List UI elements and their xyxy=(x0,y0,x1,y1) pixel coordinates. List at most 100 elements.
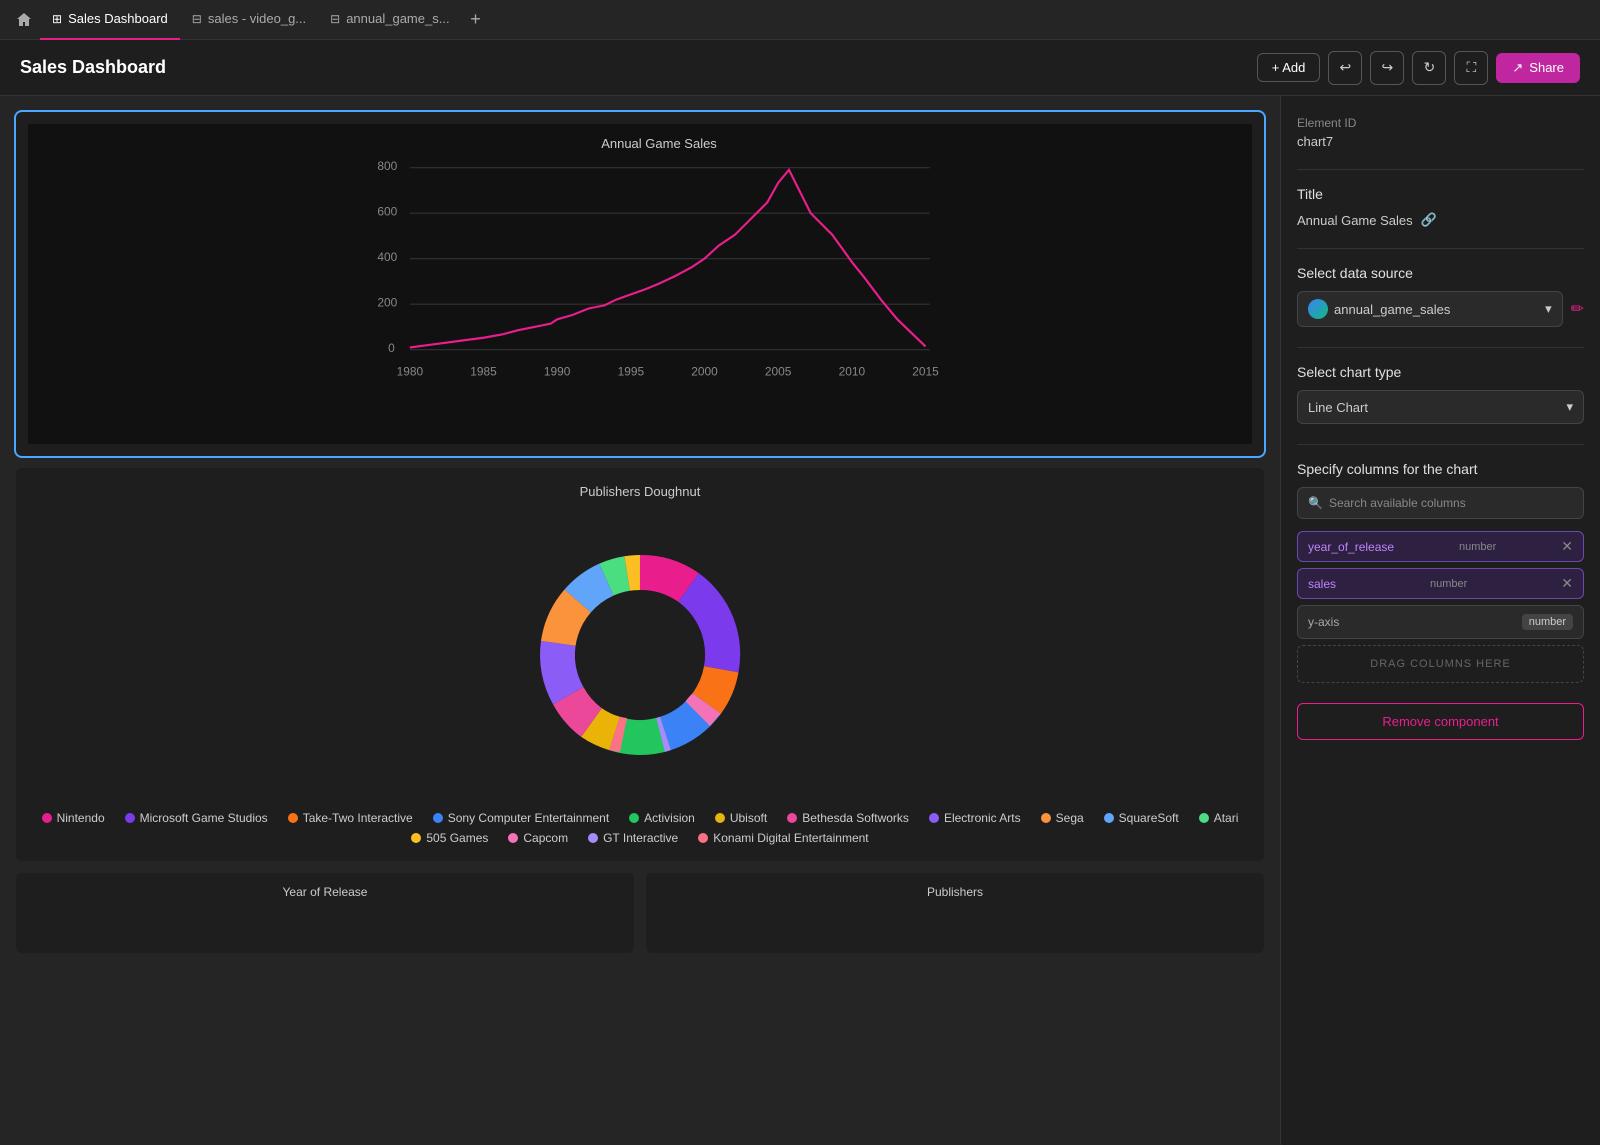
tab-icon: ⊟ xyxy=(192,12,202,26)
element-id-value: chart7 xyxy=(1297,134,1584,149)
legend-color-dot xyxy=(787,813,797,823)
search-columns-input[interactable]: 🔍 Search available columns xyxy=(1297,487,1584,519)
legend-label: Microsoft Game Studios xyxy=(140,811,268,825)
column-tag-year: year_of_release number ✕ xyxy=(1297,531,1584,562)
columns-section: Specify columns for the chart 🔍 Search a… xyxy=(1297,461,1584,683)
donut-wrapper: NintendoMicrosoft Game StudiosTake-Two I… xyxy=(32,515,1248,845)
legend-color-dot xyxy=(508,833,518,843)
home-button[interactable] xyxy=(8,4,40,36)
main-content: Annual Game Sales 800 600 400 200 0 1980 xyxy=(0,96,1600,1145)
tab-icon: ⊞ xyxy=(52,12,62,26)
legend-item: SquareSoft xyxy=(1104,811,1179,825)
datasource-icon xyxy=(1308,299,1328,319)
legend-color-dot xyxy=(1104,813,1114,823)
legend-color-dot xyxy=(629,813,639,823)
column-tag-year-type: number xyxy=(1459,541,1496,553)
legend-item: Konami Digital Entertainment xyxy=(698,831,868,845)
tab-sales-dashboard[interactable]: ⊞ Sales Dashboard xyxy=(40,0,180,40)
add-button[interactable]: + Add xyxy=(1257,53,1321,82)
datasource-section: Select data source annual_game_sales ▾ ✏ xyxy=(1297,265,1584,327)
legend-color-dot xyxy=(588,833,598,843)
chart-type-dropdown[interactable]: Line Chart ▾ xyxy=(1297,390,1584,424)
legend-item: Ubisoft xyxy=(715,811,767,825)
undo-button[interactable]: ↩ xyxy=(1328,51,1362,85)
bottom-card-publishers-title: Publishers xyxy=(658,885,1252,899)
svg-text:1995: 1995 xyxy=(618,365,645,379)
svg-text:2010: 2010 xyxy=(839,365,866,379)
chart-type-section: Select chart type Line Chart ▾ xyxy=(1297,364,1584,424)
legend-color-dot xyxy=(411,833,421,843)
yaxis-row: y-axis number xyxy=(1297,605,1584,639)
element-id-section: Element ID chart7 xyxy=(1297,116,1584,149)
line-chart-card[interactable]: Annual Game Sales 800 600 400 200 0 1980 xyxy=(16,112,1264,456)
legend-item: Activision xyxy=(629,811,695,825)
legend-label: SquareSoft xyxy=(1119,811,1179,825)
drag-columns-label: DRAG COLUMNS HERE xyxy=(1370,658,1510,670)
column-tags-area: year_of_release number ✕ sales number ✕ … xyxy=(1297,531,1584,683)
svg-text:1990: 1990 xyxy=(544,365,571,379)
legend-label: Sega xyxy=(1056,811,1084,825)
refresh-button[interactable]: ↻ xyxy=(1412,51,1446,85)
bottom-card-year-title: Year of Release xyxy=(28,885,622,899)
line-chart-title: Annual Game Sales xyxy=(78,136,1240,151)
legend-item: Bethesda Softworks xyxy=(787,811,909,825)
chevron-down-icon: ▾ xyxy=(1566,399,1573,415)
legend-item: Sony Computer Entertainment xyxy=(433,811,609,825)
tab-annual-game[interactable]: ⊟ annual_game_s... xyxy=(318,0,461,40)
tab-bar: ⊞ Sales Dashboard ⊟ sales - video_g... ⊟… xyxy=(0,0,1600,40)
legend-color-dot xyxy=(433,813,443,823)
remove-component-button[interactable]: Remove component xyxy=(1297,703,1584,740)
add-tab-button[interactable]: + xyxy=(462,6,490,34)
svg-text:800: 800 xyxy=(377,159,397,173)
datasource-label: Select data source xyxy=(1297,265,1584,281)
legend-label: Bethesda Softworks xyxy=(802,811,909,825)
svg-text:400: 400 xyxy=(377,250,397,264)
legend-item: Microsoft Game Studios xyxy=(125,811,268,825)
legend-item: 505 Games xyxy=(411,831,488,845)
redo-button[interactable]: ↪ xyxy=(1370,51,1404,85)
column-tag-sales-type: number xyxy=(1430,578,1467,590)
tab-sales-video[interactable]: ⊟ sales - video_g... xyxy=(180,0,318,40)
link-icon[interactable]: 🔗 xyxy=(1421,212,1437,228)
share-button[interactable]: ↗ Share xyxy=(1496,53,1580,83)
donut-chart-card[interactable]: Publishers Doughnut xyxy=(16,468,1264,861)
chart-type-value: Line Chart xyxy=(1308,400,1368,415)
drag-columns-area[interactable]: DRAG COLUMNS HERE xyxy=(1297,645,1584,683)
bottom-card-publishers: Publishers xyxy=(646,873,1264,953)
search-placeholder: Search available columns xyxy=(1329,496,1466,510)
svg-text:0: 0 xyxy=(388,341,395,355)
share-icon: ↗ xyxy=(1512,60,1523,76)
share-label: Share xyxy=(1529,60,1564,75)
right-panel: Element ID chart7 Title Annual Game Sale… xyxy=(1280,96,1600,1145)
legend-label: Take-Two Interactive xyxy=(303,811,413,825)
line-chart-container: Annual Game Sales 800 600 400 200 0 1980 xyxy=(28,124,1252,444)
legend-label: GT Interactive xyxy=(603,831,678,845)
svg-text:2005: 2005 xyxy=(765,365,792,379)
datasource-dropdown[interactable]: annual_game_sales ▾ xyxy=(1297,291,1563,327)
legend-label: Capcom xyxy=(523,831,568,845)
edit-datasource-button[interactable]: ✏ xyxy=(1571,299,1584,319)
header: Sales Dashboard + Add ↩ ↪ ↻ ⛶ ↗ Share xyxy=(0,40,1600,96)
fullscreen-button[interactable]: ⛶ xyxy=(1454,51,1488,85)
title-section-label: Title xyxy=(1297,186,1584,202)
svg-text:1985: 1985 xyxy=(470,365,497,379)
yaxis-type-badge: number xyxy=(1522,614,1573,630)
chevron-down-icon: ▾ xyxy=(1545,301,1552,317)
legend-color-dot xyxy=(42,813,52,823)
remove-column-sales-button[interactable]: ✕ xyxy=(1561,575,1573,592)
legend-item: GT Interactive xyxy=(588,831,678,845)
canvas-area: Annual Game Sales 800 600 400 200 0 1980 xyxy=(0,96,1280,1145)
tab-label: sales - video_g... xyxy=(208,11,306,26)
column-tag-sales: sales number ✕ xyxy=(1297,568,1584,599)
legend-color-dot xyxy=(288,813,298,823)
legend-item: Atari xyxy=(1199,811,1239,825)
donut-chart-title: Publishers Doughnut xyxy=(32,484,1248,499)
remove-column-year-button[interactable]: ✕ xyxy=(1561,538,1573,555)
tab-label: annual_game_s... xyxy=(346,11,449,26)
legend-color-dot xyxy=(125,813,135,823)
page-title: Sales Dashboard xyxy=(20,57,166,78)
legend-item: Capcom xyxy=(508,831,568,845)
svg-text:200: 200 xyxy=(377,295,397,309)
chart-title-value: Annual Game Sales xyxy=(1297,213,1413,228)
legend-color-dot xyxy=(1199,813,1209,823)
